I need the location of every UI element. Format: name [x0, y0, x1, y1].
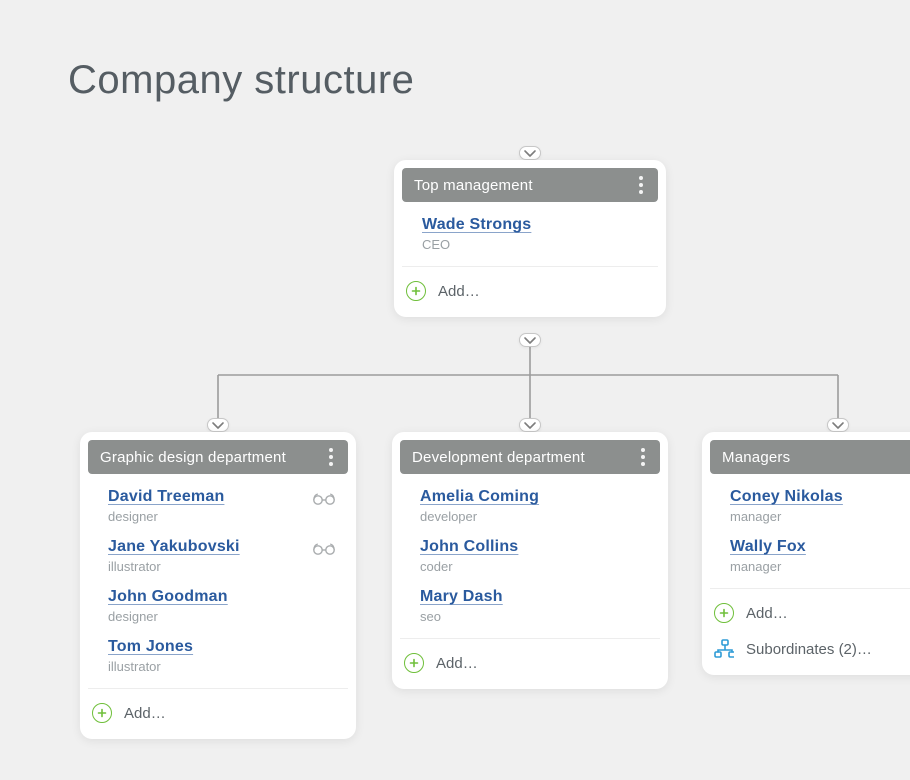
card-title: Graphic design department	[100, 449, 286, 466]
person-role: illustrator	[108, 659, 304, 674]
card-top-management: Top management Wade Strongs CEO Add…	[394, 160, 666, 317]
person-row: Coney Nikolas manager	[730, 488, 910, 524]
add-label: Add…	[436, 655, 478, 672]
person-role: developer	[420, 509, 616, 524]
card-managers: Managers Coney Nikolas manager Wally Fox…	[702, 432, 910, 675]
person-row: Tom Jones illustrator	[108, 638, 344, 674]
add-button[interactable]: Add…	[404, 653, 656, 673]
person-name-link[interactable]: Mary Dash	[420, 588, 616, 606]
person-row: Jane Yakubovski illustrator	[108, 538, 344, 574]
card-title: Top management	[414, 177, 533, 194]
card-header: Top management	[402, 168, 658, 202]
add-label: Add…	[746, 605, 788, 622]
plus-circle-icon	[406, 281, 426, 301]
collapse-arrow-design[interactable]	[207, 418, 229, 432]
person-name-link[interactable]: John Collins	[420, 538, 616, 556]
add-button[interactable]: Add…	[714, 603, 910, 623]
add-button[interactable]: Add…	[406, 281, 654, 301]
card-header: Development department	[400, 440, 660, 474]
person-role: manager	[730, 559, 910, 574]
person-role: designer	[108, 509, 304, 524]
add-button[interactable]: Add…	[92, 703, 344, 723]
person-row: Wally Fox manager	[730, 538, 910, 574]
card-title: Development department	[412, 449, 585, 466]
person-row: Amelia Coming developer	[420, 488, 656, 524]
kebab-menu-icon[interactable]	[322, 445, 340, 469]
person-name-link[interactable]: Coney Nikolas	[730, 488, 910, 506]
person-name-link[interactable]: Tom Jones	[108, 638, 304, 656]
person-row: Wade Strongs CEO	[422, 216, 654, 252]
card-title: Managers	[722, 449, 790, 466]
person-role: manager	[730, 509, 910, 524]
card-graphic-design: Graphic design department David Treeman …	[80, 432, 356, 739]
subordinates-label: Subordinates (2)…	[746, 641, 872, 658]
glasses-icon	[312, 540, 336, 561]
person-name-link[interactable]: David Treeman	[108, 488, 304, 506]
subordinates-icon	[714, 639, 734, 659]
person-name-link[interactable]: John Goodman	[108, 588, 304, 606]
kebab-menu-icon[interactable]	[634, 445, 652, 469]
person-role: CEO	[422, 237, 614, 252]
card-header: Graphic design department	[88, 440, 348, 474]
person-row: David Treeman designer	[108, 488, 344, 524]
collapse-arrow-managers[interactable]	[827, 418, 849, 432]
subordinates-button[interactable]: Subordinates (2)…	[714, 639, 910, 659]
plus-circle-icon	[404, 653, 424, 673]
person-row: Mary Dash seo	[420, 588, 656, 624]
add-label: Add…	[124, 705, 166, 722]
plus-circle-icon	[714, 603, 734, 623]
collapse-arrow-dev[interactable]	[519, 418, 541, 432]
card-header: Managers	[710, 440, 910, 474]
glasses-icon	[312, 490, 336, 511]
person-row: John Collins coder	[420, 538, 656, 574]
person-name-link[interactable]: Amelia Coming	[420, 488, 616, 506]
person-role: illustrator	[108, 559, 304, 574]
person-name-link[interactable]: Wade Strongs	[422, 216, 614, 234]
card-development: Development department Amelia Coming dev…	[392, 432, 668, 689]
person-name-link[interactable]: Jane Yakubovski	[108, 538, 304, 556]
person-role: designer	[108, 609, 304, 624]
plus-circle-icon	[92, 703, 112, 723]
collapse-arrow-top[interactable]	[519, 146, 541, 160]
person-name-link[interactable]: Wally Fox	[730, 538, 910, 556]
person-role: seo	[420, 609, 616, 624]
page-title: Company structure	[68, 58, 414, 103]
expand-arrow-top-out[interactable]	[519, 333, 541, 347]
kebab-menu-icon[interactable]	[632, 173, 650, 197]
person-role: coder	[420, 559, 616, 574]
add-label: Add…	[438, 283, 480, 300]
person-row: John Goodman designer	[108, 588, 344, 624]
